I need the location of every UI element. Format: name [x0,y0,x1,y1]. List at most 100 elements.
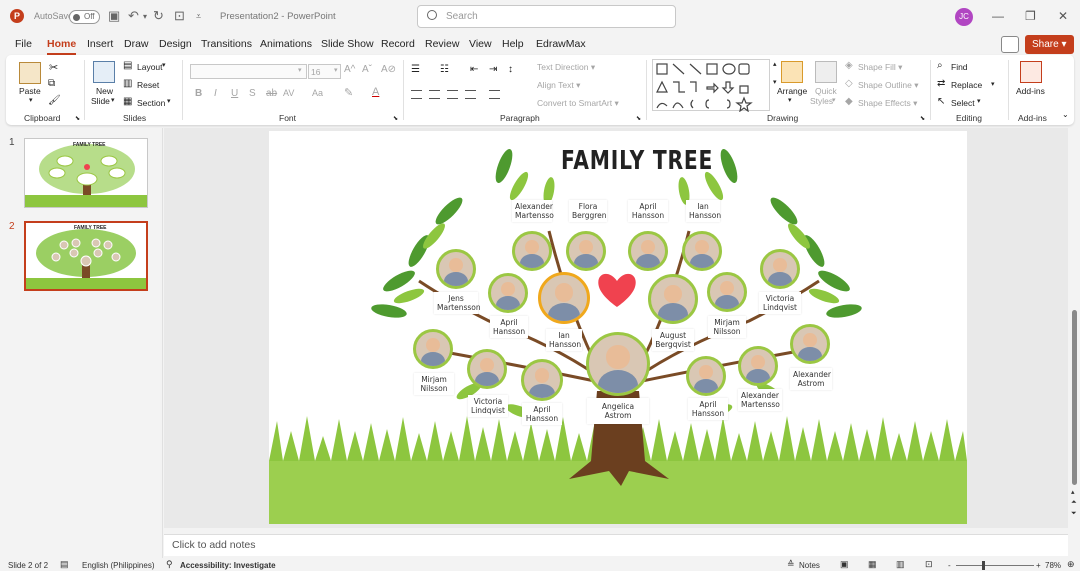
quick-styles-icon[interactable] [815,61,837,83]
previous-slide-icon[interactable]: ⏶ [1071,499,1077,507]
cut-icon[interactable]: ✂ [49,61,58,74]
find-button[interactable]: Find [951,62,968,72]
spellcheck-icon[interactable]: ▤ [60,559,69,570]
minimize-icon[interactable]: — [992,9,1004,23]
align-left-icon[interactable] [411,90,422,99]
section-dropdown-icon[interactable]: ▾ [167,97,171,105]
paragraph-launcher-icon[interactable]: ⬊ [636,115,641,122]
slide-sorter-icon[interactable]: ▦ [868,559,877,570]
scrollbar-thumb[interactable] [1072,310,1077,485]
replace-dropdown-icon[interactable]: ▾ [991,80,995,88]
scroll-up-icon[interactable]: ▴ [1071,488,1075,496]
italic-button[interactable]: I [214,88,217,99]
bold-button[interactable]: B [195,88,202,99]
search-input[interactable]: Search [417,5,676,28]
autosave-toggle[interactable]: Off [69,10,100,24]
clear-formatting-icon[interactable]: A⊘ [381,64,396,75]
tab-transitions[interactable]: Transitions [201,38,252,50]
slideshow-icon[interactable]: ⊡ [925,559,933,570]
select-dropdown-icon[interactable]: ▾ [977,97,981,105]
tab-insert[interactable]: Insert [87,38,113,50]
tab-design[interactable]: Design [159,38,192,50]
new-slide-label-1[interactable]: New [96,86,113,96]
font-color-icon[interactable]: A [372,86,379,98]
present-icon[interactable]: ⊡ [174,8,185,24]
strikethrough-icon[interactable]: ab [266,88,277,99]
select-button[interactable]: Select [951,98,975,108]
comments-button[interactable] [1001,36,1019,53]
shapes-gallery[interactable] [652,59,770,113]
shape-effects-button[interactable]: Shape Effects ▾ [858,98,917,109]
reset-button[interactable]: Reset [137,80,159,90]
shadow-button[interactable]: S [249,88,256,99]
quick-styles-label-2[interactable]: Styles [810,96,833,106]
zoom-level[interactable]: 78% [1045,561,1061,570]
tab-file[interactable]: File [15,38,32,50]
accessibility-status[interactable]: Accessibility: Investigate [180,561,276,570]
paste-button[interactable]: Paste [19,86,41,96]
copy-icon[interactable]: ⧉ [48,78,55,89]
customize-qat-icon[interactable]: ⩡ [196,11,201,22]
language-indicator[interactable]: English (Philippines) [82,561,154,570]
paste-dropdown-icon[interactable]: ▾ [29,96,33,104]
font-launcher-icon[interactable]: ⬊ [393,115,398,122]
change-case-button[interactable]: Aa [312,88,323,98]
clipboard-launcher-icon[interactable]: ⬊ [75,115,80,122]
shapes-more-icon[interactable]: ▾ [773,78,777,86]
shape-fill-button[interactable]: Shape Fill ▾ [858,62,902,73]
notes-pane[interactable] [164,534,1068,556]
collapse-ribbon-icon[interactable]: ⌄ [1062,110,1069,119]
tab-view[interactable]: View [469,38,492,50]
zoom-out-button[interactable]: - [948,561,951,570]
increase-indent-icon[interactable]: ⇥ [489,64,497,75]
convert-smartart-button[interactable]: Convert to SmartArt ▾ [537,98,619,109]
shape-outline-button[interactable]: Shape Outline ▾ [858,80,919,91]
zoom-in-button[interactable]: + [1036,561,1041,570]
arrange-dropdown-icon[interactable]: ▾ [788,96,792,104]
underline-button[interactable]: U [231,88,238,99]
tab-review[interactable]: Review [425,38,459,50]
replace-button[interactable]: Replace [951,80,982,90]
undo-icon[interactable]: ↶ [128,8,139,24]
arrange-icon[interactable] [781,61,803,83]
new-slide-icon[interactable] [93,61,115,83]
slide-thumbnail-2[interactable]: FAMILY TREE [24,221,148,291]
slide-thumbnail-1[interactable]: FAMILY TREE [24,138,148,208]
shapes-scroll-up-icon[interactable]: ▴ [773,60,777,68]
section-button[interactable]: Section [137,98,165,108]
tab-home[interactable]: Home [47,38,77,55]
quick-styles-dropdown-icon[interactable]: ▾ [832,96,836,104]
numbering-icon[interactable]: ☷ [440,64,449,75]
undo-dropdown-icon[interactable]: ▾ [143,12,147,21]
zoom-slider[interactable] [956,565,1034,566]
add-ins-button[interactable]: Add-ins [1016,86,1045,96]
align-right-icon[interactable] [447,90,458,99]
notes-placeholder[interactable]: Click to add notes [172,539,255,551]
quick-styles-label-1[interactable]: Quick [815,86,837,96]
close-icon[interactable]: ✕ [1058,9,1068,23]
new-slide-label-2[interactable]: Slide [91,96,110,106]
normal-view-icon[interactable]: ▣ [840,559,849,570]
save-icon[interactable]: ▣ [108,8,120,24]
tab-animations[interactable]: Animations [260,38,312,50]
share-button[interactable]: Share ▾ [1025,35,1074,54]
tab-record[interactable]: Record [381,38,415,50]
slide-editor[interactable] [269,131,967,524]
tab-edrawmax[interactable]: EdrawMax [536,38,586,50]
font-name-combo[interactable] [190,64,307,79]
character-spacing-button[interactable]: AV [283,88,294,98]
format-painter-icon[interactable]: 🖌 [48,95,61,106]
tab-slide-show[interactable]: Slide Show [321,38,374,50]
fit-slide-icon[interactable]: ⊕ [1067,559,1075,570]
layout-dropdown-icon[interactable]: ▾ [162,61,166,69]
redo-icon[interactable]: ↻ [153,8,164,24]
drawing-launcher-icon[interactable]: ⬊ [920,115,925,122]
restore-icon[interactable]: ❐ [1025,9,1036,23]
decrease-font-icon[interactable]: Aˇ [362,64,372,75]
font-size-dropdown-icon[interactable]: ▾ [334,66,338,74]
highlight-icon[interactable]: ✎ [344,86,353,99]
layout-button[interactable]: Layout [137,62,163,72]
columns-icon[interactable] [489,90,500,99]
tab-help[interactable]: Help [502,38,524,50]
zoom-slider-handle[interactable] [982,561,985,570]
